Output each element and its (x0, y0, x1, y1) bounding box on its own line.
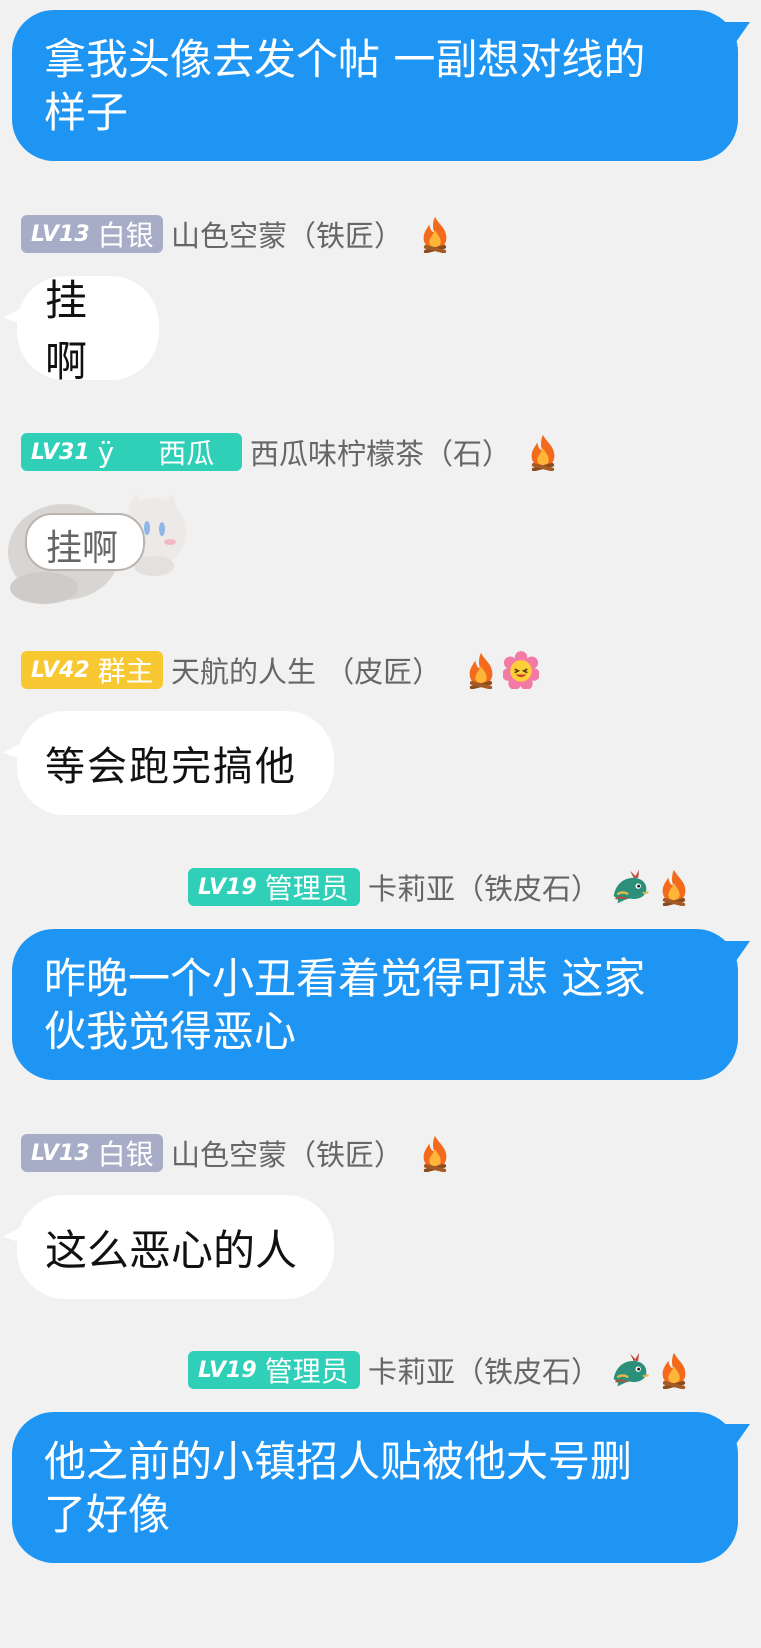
message-text: 昨晚一个小丑看着觉得可悲 这家 伙我觉得恶心 (44, 953, 646, 1056)
message-text: 等会跑完搞他 (45, 744, 297, 790)
bubble-tail (720, 1424, 750, 1454)
level-badge[interactable]: LV19 管理员 (188, 868, 360, 906)
fire-icon (463, 651, 499, 689)
level-badge[interactable]: LV13 白银 (21, 1134, 163, 1172)
sender-name[interactable]: 山色空蒙（铁匠） (171, 213, 403, 255)
incoming-message-bubble[interactable]: 挂啊 (3, 276, 159, 386)
fire-icon (656, 1351, 692, 1389)
message-text: 挂啊 (45, 276, 88, 386)
sender-name[interactable]: 山色空蒙（铁匠） (171, 1132, 403, 1174)
level-badge[interactable]: LV42 群主 (21, 651, 163, 689)
sender-header: LV19 管理员 卡莉亚（铁皮石） (188, 1351, 692, 1389)
bubble-tail (720, 941, 750, 971)
outgoing-message-bubble[interactable]: 拿我头像去发个帖 一副想对线的 样子 (12, 10, 750, 161)
sender-header: LV19 管理员 卡莉亚（铁皮石） (188, 868, 692, 906)
fire-icon (417, 215, 453, 253)
sticker-cat[interactable]: 挂啊 (4, 490, 188, 608)
bubble-tail (3, 737, 33, 763)
sender-name[interactable]: 卡莉亚（铁皮石） (368, 866, 600, 908)
sender-header: LV31 ÿ 西瓜 西瓜味柠檬茶（石） (21, 433, 561, 471)
incoming-message-bubble[interactable]: 等会跑完搞他 (3, 711, 334, 815)
level-badge[interactable]: LV19 管理员 (188, 1351, 360, 1389)
sender-header: LV13 白银 山色空蒙（铁匠） (21, 1134, 453, 1172)
fire-icon (525, 433, 561, 471)
level-badge[interactable]: LV31 ÿ 西瓜 (21, 433, 242, 471)
fire-icon (656, 868, 692, 906)
sticker-text: 挂啊 (46, 528, 119, 569)
message-text: 拿我头像去发个帖 一副想对线的 样子 (44, 34, 646, 137)
message-text: 这么恶心的人 (45, 1225, 298, 1275)
message-text: 他之前的小镇招人贴被他大号删 了好像 (44, 1436, 633, 1539)
sender-header: LV42 群主 天航的人生 （皮匠） (21, 651, 539, 689)
bubble-tail (3, 1221, 33, 1247)
sender-name[interactable]: 天航的人生 （皮匠） (171, 649, 441, 691)
outgoing-message-bubble[interactable]: 昨晚一个小丑看着觉得可悲 这家 伙我觉得恶心 (12, 929, 750, 1080)
flower-face-icon (503, 651, 539, 689)
level-badge[interactable]: LV13 白银 (21, 215, 163, 253)
outgoing-message-bubble[interactable]: 他之前的小镇招人贴被他大号删 了好像 (12, 1412, 750, 1563)
sender-name[interactable]: 卡莉亚（铁皮石） (368, 1349, 600, 1391)
sender-header: LV13 白银 山色空蒙（铁匠） (21, 215, 453, 253)
sender-name[interactable]: 西瓜味柠檬茶（石） (250, 431, 511, 473)
dragon-icon (610, 1351, 650, 1389)
incoming-message-bubble[interactable]: 这么恶心的人 (3, 1195, 334, 1299)
bubble-tail (3, 302, 33, 328)
dragon-icon (610, 868, 650, 906)
fire-icon (417, 1134, 453, 1172)
bubble-tail (720, 22, 750, 52)
